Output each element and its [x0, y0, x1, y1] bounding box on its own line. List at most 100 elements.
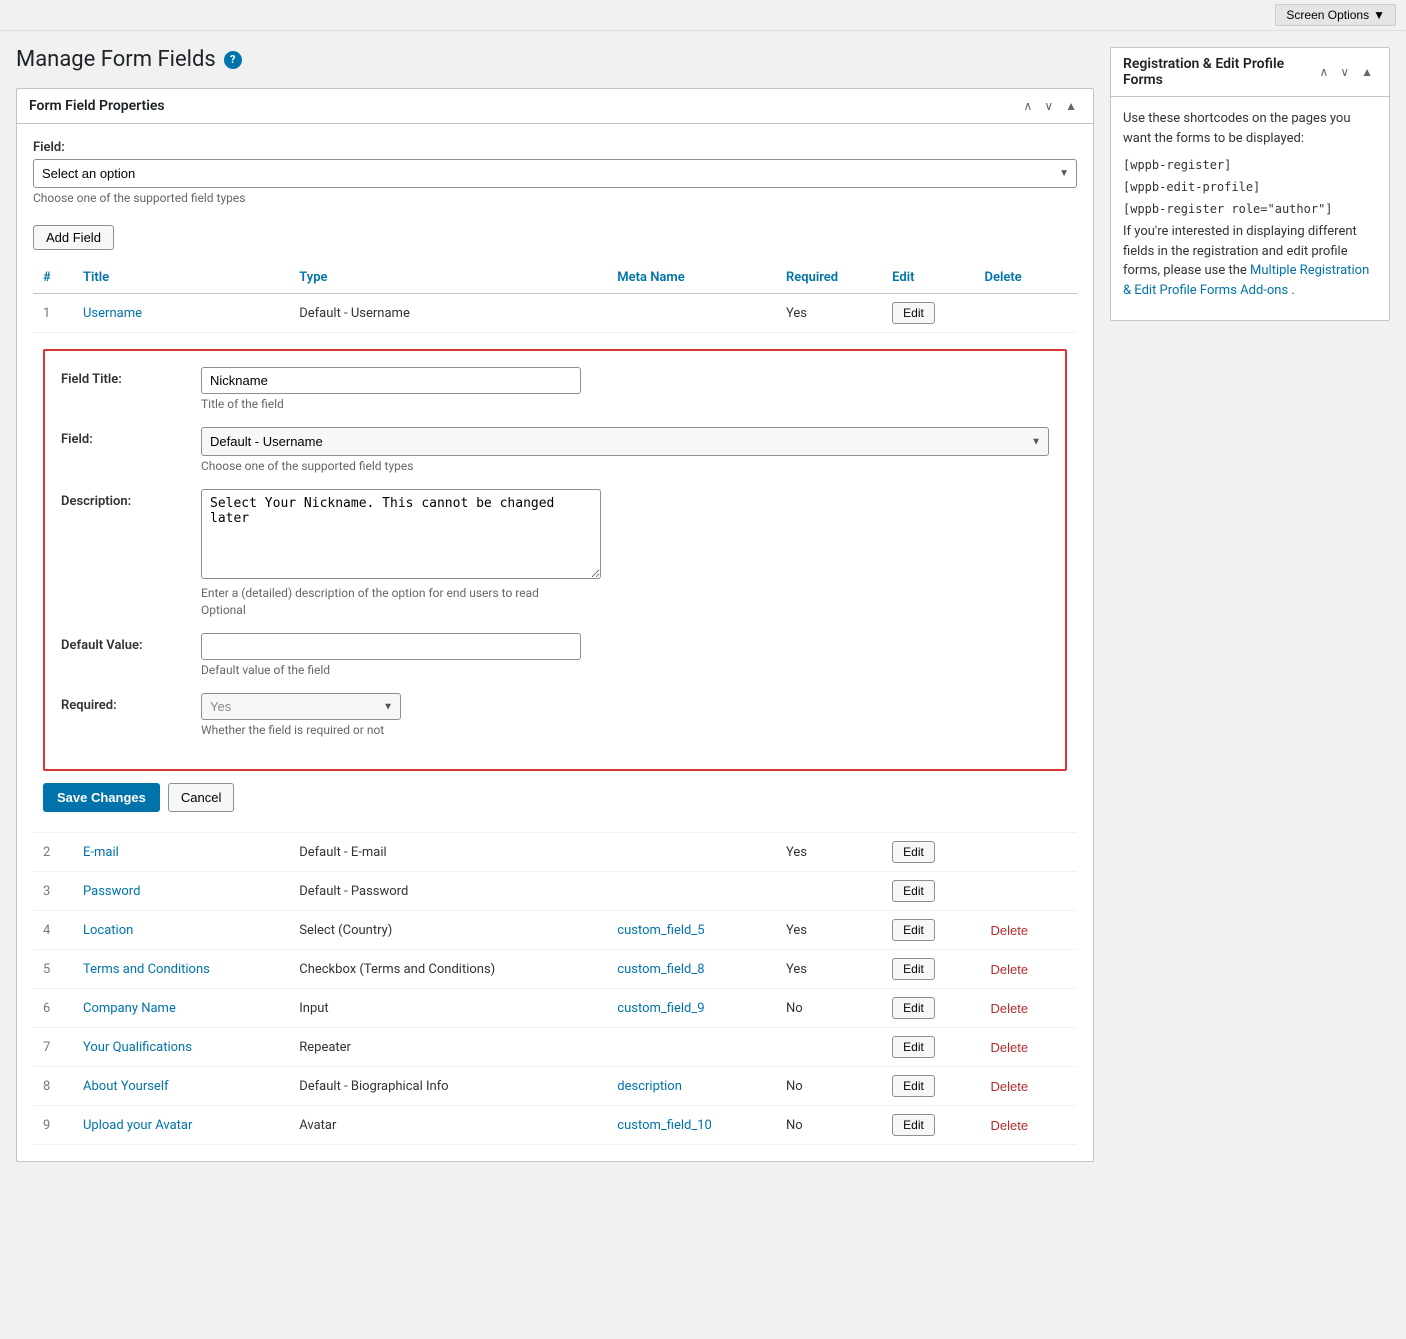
row-edit-cell: Edit: [882, 950, 974, 989]
edit-form-row: Field Title: Title of the field Fiel: [33, 333, 1077, 833]
sidebar-up-button[interactable]: ∧: [1316, 63, 1333, 81]
row-title[interactable]: Upload your Avatar: [73, 1106, 289, 1145]
delete-button[interactable]: Delete: [984, 1115, 1034, 1136]
postbox-title: Form Field Properties: [29, 98, 165, 114]
sidebar-intro: Use these shortcodes on the pages you wa…: [1123, 109, 1377, 148]
screen-options-button[interactable]: Screen Options ▼: [1275, 4, 1396, 26]
row-edit-cell: Edit: [882, 872, 974, 911]
delete-button[interactable]: Delete: [984, 920, 1034, 941]
col-edit: Edit: [882, 262, 974, 294]
table-header-row: # Title Type Meta Name Required Edit Del…: [33, 262, 1077, 294]
field-type-select[interactable]: Select an option: [33, 159, 1077, 188]
description-hint2: Optional: [201, 603, 1049, 617]
row-num: 5: [33, 950, 73, 989]
row-num: 3: [33, 872, 73, 911]
row-title[interactable]: Location: [73, 911, 289, 950]
row-required: No: [776, 989, 882, 1028]
field-type-field: Default - Username Choose one of the sup…: [201, 427, 1049, 473]
action-buttons: Save Changes Cancel: [43, 783, 1067, 812]
field-title-row: Field Title: Title of the field: [61, 367, 1049, 411]
toggle-button[interactable]: ▲: [1061, 97, 1081, 115]
row-required: No: [776, 1106, 882, 1145]
delete-button[interactable]: Delete: [984, 998, 1034, 1019]
sidebar-down-button[interactable]: ∨: [1336, 63, 1353, 81]
delete-button[interactable]: Delete: [984, 959, 1034, 980]
row-num: 2: [33, 833, 73, 872]
col-num: #: [33, 262, 73, 294]
row-num: 8: [33, 1067, 73, 1106]
row-title[interactable]: Company Name: [73, 989, 289, 1028]
screen-options-label: Screen Options: [1286, 8, 1369, 22]
row-meta: description: [607, 1067, 776, 1106]
collapse-up-button[interactable]: ∧: [1020, 97, 1037, 115]
row-title[interactable]: E-mail: [73, 833, 289, 872]
save-changes-button[interactable]: Save Changes: [43, 783, 160, 812]
row-delete-cell: Delete: [974, 989, 1077, 1028]
default-value-hint: Default value of the field: [201, 663, 1049, 677]
row-edit-cell: Edit: [882, 833, 974, 872]
top-bar: Screen Options ▼: [0, 0, 1406, 31]
required-select[interactable]: Yes No: [201, 693, 401, 720]
delete-button[interactable]: Delete: [984, 1076, 1034, 1097]
table-row: 1 Username Default - Username Yes Edit: [33, 294, 1077, 333]
default-value-field: Default value of the field: [201, 633, 1049, 677]
field-label: Field:: [33, 140, 1077, 155]
row-num: 7: [33, 1028, 73, 1067]
row-title[interactable]: Your Qualifications: [73, 1028, 289, 1067]
field-type-hint: Choose one of the supported field types: [201, 459, 1049, 473]
field-title-input[interactable]: [201, 367, 581, 394]
edit-button[interactable]: Edit: [892, 1114, 935, 1136]
default-value-input[interactable]: [201, 633, 581, 660]
help-icon[interactable]: ?: [224, 51, 242, 69]
edit-form-box: Field Title: Title of the field Fiel: [43, 349, 1067, 771]
row-title[interactable]: Username: [73, 294, 289, 333]
edit-button[interactable]: Edit: [892, 919, 935, 941]
edit-button[interactable]: Edit: [892, 302, 935, 324]
row-num: 1: [33, 294, 73, 333]
edit-button[interactable]: Edit: [892, 1075, 935, 1097]
field-type-select-edit[interactable]: Default - Username: [201, 427, 1049, 456]
row-edit-cell: Edit: [882, 294, 974, 333]
col-type: Type: [289, 262, 607, 294]
field-type-label: Field:: [61, 427, 201, 473]
row-delete-cell: Delete: [974, 950, 1077, 989]
shortcode-2: [wppb-edit-profile]: [1123, 178, 1377, 196]
required-field: Yes No Whether the field is required or …: [201, 693, 1049, 737]
required-select-wrap: Yes No: [201, 693, 401, 720]
field-hint: Choose one of the supported field types: [33, 191, 1077, 205]
row-title[interactable]: About Yourself: [73, 1067, 289, 1106]
sidebar-box-content: Use these shortcodes on the pages you wa…: [1111, 97, 1389, 320]
table-row: 2 E-mail Default - E-mail Yes Edit: [33, 833, 1077, 872]
row-required: Yes: [776, 833, 882, 872]
description-textarea[interactable]: Select Your Nickname. This cannot be cha…: [201, 489, 601, 579]
edit-button[interactable]: Edit: [892, 997, 935, 1019]
page-wrap: Manage Form Fields ? Form Field Properti…: [0, 31, 1406, 1194]
row-required: [776, 872, 882, 911]
edit-button[interactable]: Edit: [892, 1036, 935, 1058]
row-type: Default - E-mail: [289, 833, 607, 872]
col-required: Required: [776, 262, 882, 294]
shortcode-3: [wppb-register role="author"]: [1123, 200, 1377, 218]
row-delete-cell: Delete: [974, 911, 1077, 950]
row-title[interactable]: Password: [73, 872, 289, 911]
edit-button[interactable]: Edit: [892, 841, 935, 863]
cancel-button[interactable]: Cancel: [168, 783, 234, 812]
description-row: Description: Select Your Nickname. This …: [61, 489, 1049, 617]
edit-button[interactable]: Edit: [892, 880, 935, 902]
row-type: Input: [289, 989, 607, 1028]
field-title-label: Field Title:: [61, 367, 201, 411]
sidebar-toggle-button[interactable]: ▲: [1357, 63, 1377, 81]
row-title[interactable]: Terms and Conditions: [73, 950, 289, 989]
collapse-down-button[interactable]: ∨: [1040, 97, 1057, 115]
row-num: 9: [33, 1106, 73, 1145]
screen-options-arrow: ▼: [1373, 8, 1385, 22]
row-delete-cell: Delete: [974, 1028, 1077, 1067]
sidebar-box: Registration & Edit Profile Forms ∧ ∨ ▲ …: [1110, 47, 1390, 321]
postbox-content: Field: Select an option Choose one of th…: [17, 124, 1093, 1161]
edit-button[interactable]: Edit: [892, 958, 935, 980]
delete-button[interactable]: Delete: [984, 1037, 1034, 1058]
add-field-button[interactable]: Add Field: [33, 225, 114, 250]
row-edit-cell: Edit: [882, 989, 974, 1028]
row-type: Avatar: [289, 1106, 607, 1145]
table-row: 7 Your Qualifications Repeater Edit Dele…: [33, 1028, 1077, 1067]
